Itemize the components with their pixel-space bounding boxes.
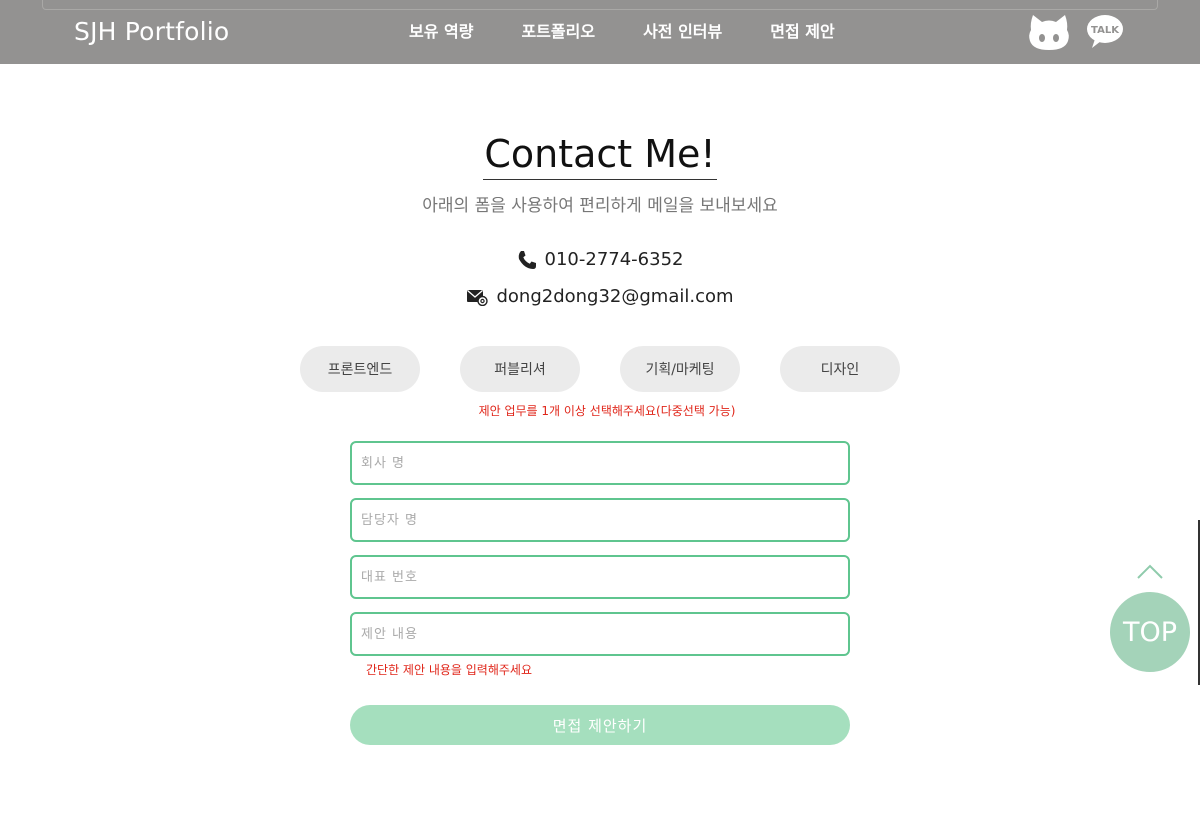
mail-icon: [467, 290, 489, 306]
site-logo[interactable]: SJH Portfolio: [74, 14, 229, 50]
phone-icon: [518, 251, 536, 269]
kakao-talk-icon[interactable]: TALK: [1086, 14, 1124, 50]
manager-name-input[interactable]: [350, 498, 850, 542]
tag-frontend[interactable]: 프론트엔드: [300, 346, 420, 392]
tag-design[interactable]: 디자인: [780, 346, 900, 392]
company-name-input[interactable]: [350, 441, 850, 485]
svg-text:TALK: TALK: [1091, 25, 1120, 36]
header-strip: [42, 0, 1158, 10]
main-nav: 보유 역량 포트폴리오 사전 인터뷰 면접 제안: [409, 19, 835, 45]
email-address[interactable]: dong2dong32@gmail.com: [496, 285, 733, 309]
phone-number[interactable]: 010-2774-6352: [545, 248, 684, 272]
submit-proposal-button[interactable]: 면접 제안하기: [350, 705, 850, 745]
content-warning: 간단한 제안 내용을 입력해주세요: [366, 663, 533, 677]
nav-item-portfolio[interactable]: 포트폴리오: [521, 19, 595, 45]
task-tags: 프론트엔드 퍼블리셔 기획/마케팅 디자인: [300, 346, 900, 392]
nav-item-interview[interactable]: 사전 인터뷰: [643, 19, 722, 45]
github-icon[interactable]: [1028, 13, 1070, 51]
scroll-top-button[interactable]: TOP: [1110, 592, 1190, 672]
nav-item-proposal[interactable]: 면접 제안: [770, 19, 834, 45]
contact-email: dong2dong32@gmail.com: [0, 285, 1200, 309]
nav-item-skills[interactable]: 보유 역량: [409, 19, 473, 45]
proposal-content-input[interactable]: [350, 612, 850, 656]
contact-title: Contact Me!: [483, 130, 717, 180]
tag-planning-marketing[interactable]: 기획/마케팅: [620, 346, 740, 392]
contact-subtitle: 아래의 폼을 사용하여 편리하게 메일을 보내보세요: [422, 196, 778, 216]
tag-publisher[interactable]: 퍼블리셔: [460, 346, 580, 392]
contact-title-wrap: Contact Me!: [0, 130, 1200, 180]
tags-warning: 제안 업무를 1개 이상 선택해주세요(다중선택 가능): [478, 404, 736, 418]
chevron-up-icon[interactable]: [1136, 562, 1164, 580]
site-header: SJH Portfolio 보유 역량 포트폴리오 사전 인터뷰 면접 제안 T…: [0, 0, 1200, 64]
contact-phone: 010-2774-6352: [0, 248, 1200, 272]
phone-number-input[interactable]: [350, 555, 850, 599]
